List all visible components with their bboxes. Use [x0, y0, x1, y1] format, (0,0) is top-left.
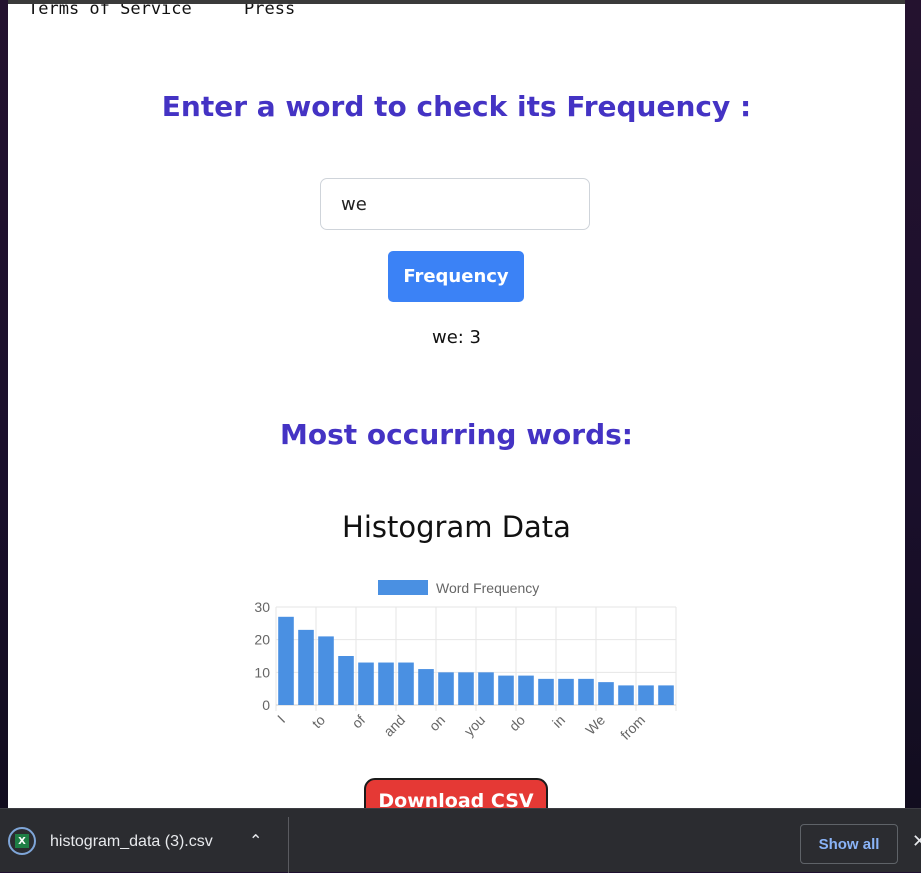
close-icon[interactable]: ✕ — [912, 831, 921, 852]
download-bar: X histogram_data (3).csv ⌃ Show all ✕ — [0, 808, 921, 873]
x-tick-label: you — [461, 712, 488, 739]
top-links: Terms of Service Press — [28, 4, 337, 19]
download-csv-button[interactable]: Download CSV — [364, 778, 548, 808]
x-tick-label: of — [349, 712, 369, 732]
y-tick-label: 20 — [254, 632, 270, 648]
legend-swatch — [378, 580, 428, 595]
x-tick-label: to — [309, 712, 329, 732]
x-tick-label: I — [274, 712, 288, 726]
background-right — [905, 0, 921, 808]
bar-item-13 — [538, 678, 554, 705]
bar-item-7 — [418, 669, 434, 705]
bar-item-17 — [618, 685, 634, 705]
x-tick-label: We — [582, 712, 608, 738]
bar-you — [478, 672, 494, 705]
y-tick-label: 0 — [262, 697, 270, 713]
bar-do — [518, 675, 534, 705]
download-filename[interactable]: histogram_data (3).csv — [50, 833, 213, 851]
press-link[interactable]: Press — [244, 4, 295, 19]
bar-in — [558, 678, 574, 705]
word-input[interactable] — [320, 178, 590, 230]
bar-on — [438, 672, 454, 705]
bar-item-5 — [378, 662, 394, 705]
word-frequency-chart: 0 10 20 30 I to of and on you do in We from Word Frequ… — [254, 580, 677, 743]
y-tick-label: 30 — [254, 599, 270, 615]
x-tick-label: in — [549, 712, 568, 731]
word-frequency-heading: Enter a word to check its Frequency : — [161, 90, 752, 123]
download-bar-divider — [288, 817, 289, 873]
bar-of — [358, 662, 374, 705]
y-tick-label: 10 — [254, 664, 270, 680]
histogram-title: Histogram Data — [342, 510, 571, 544]
x-tick-label: do — [506, 712, 528, 734]
bar-to — [318, 636, 334, 705]
show-all-button[interactable]: Show all — [800, 824, 898, 864]
x-tick-label: on — [426, 712, 448, 734]
legend-label: Word Frequency — [436, 580, 539, 596]
bar-item-1 — [298, 629, 314, 705]
bar-item-15 — [578, 678, 594, 705]
x-tick-label: from — [617, 712, 648, 743]
bar-and — [398, 662, 414, 705]
page-content: Terms of Service Press Enter a word to c… — [8, 4, 905, 808]
bar-item-19 — [658, 685, 674, 705]
bar-item-3 — [338, 656, 354, 705]
excel-file-icon: X — [8, 827, 36, 855]
most-occurring-heading: Most occurring words: — [279, 418, 634, 451]
chevron-up-icon[interactable]: ⌃ — [249, 831, 262, 850]
bar-from — [638, 685, 654, 705]
bar-I — [278, 616, 294, 705]
background-left — [0, 0, 8, 808]
bar-item-11 — [498, 675, 514, 705]
bar-We — [598, 682, 614, 705]
bar-item-9 — [458, 672, 474, 705]
terms-of-service-link[interactable]: Terms of Service — [28, 4, 192, 19]
frequency-result: we: 3 — [431, 327, 482, 348]
x-tick-label: and — [380, 712, 408, 740]
frequency-button[interactable]: Frequency — [388, 251, 524, 302]
